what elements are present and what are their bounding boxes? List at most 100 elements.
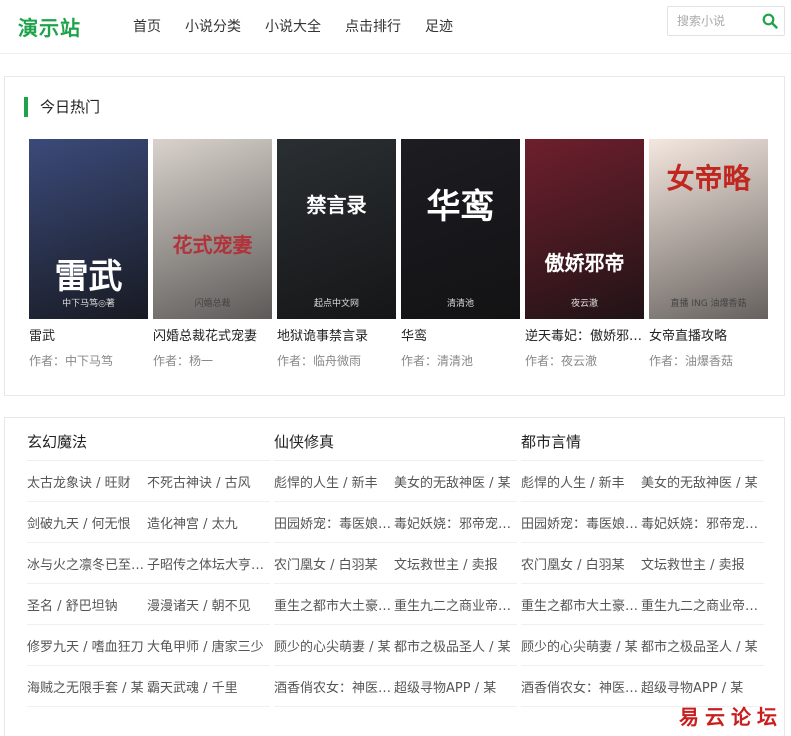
book-title[interactable]: 地狱诡事禁言录: [277, 325, 396, 344]
book-link[interactable]: 彪悍的人生 / 新丰: [521, 472, 641, 491]
list-item: 剑破九天 / 何无恨 造化神宫 / 太九: [27, 502, 270, 543]
book-link[interactable]: 子昭传之体坛大亨 / 某: [147, 554, 267, 573]
book-link[interactable]: 海贼之无限手套 / 某: [27, 677, 147, 696]
book-author: 作者：中下马笃: [29, 354, 114, 368]
list-item: 田园娇宠：毒医娘子 / 某 毒妃妖娆：邪帝宠 / 某: [274, 502, 517, 543]
list-item: 酒香俏农女：神医 / 某 超级寻物APP / 某: [274, 666, 517, 707]
book-link[interactable]: 农门凰女 / 白羽某: [521, 554, 641, 573]
category-section: 玄幻魔法 太古龙象诀 / 旺财 不死古神诀 / 古风 剑破九天 / 何无恨 造化…: [4, 417, 785, 736]
category-column: 玄幻魔法 太古龙象诀 / 旺财 不死古神诀 / 古风 剑破九天 / 何无恨 造化…: [27, 418, 270, 707]
category-title[interactable]: 都市言情: [521, 418, 764, 461]
book-link[interactable]: 超级寻物APP / 某: [394, 677, 514, 696]
book-link[interactable]: 顾少的心尖萌妻 / 某: [521, 636, 641, 655]
site-header: 演示站 首页 小说分类 小说大全 点击排行 足迹: [0, 0, 791, 54]
book-cover-image[interactable]: 女帝略 直播 ING 油爆香菇: [649, 139, 768, 319]
book-link[interactable]: 造化神宫 / 太九: [147, 513, 267, 532]
book-link[interactable]: 田园娇宠：毒医娘子 / 某: [521, 513, 641, 532]
book-card[interactable]: 傲娇邪帝 夜云澈 逆天毒妃：傲娇邪帝强势宠 作者：夜云澈: [525, 139, 644, 369]
book-cover-image[interactable]: 傲娇邪帝 夜云澈: [525, 139, 644, 319]
book-link[interactable]: 重生之都市大土豪 / 某: [274, 595, 394, 614]
cover-title-text: 花式宠妻: [172, 233, 253, 257]
search-icon[interactable]: [762, 13, 778, 29]
book-card[interactable]: 华鸾 清清池 华鸾 作者：清清池: [401, 139, 520, 369]
book-link[interactable]: 彪悍的人生 / 新丰: [274, 472, 394, 491]
book-link[interactable]: 美女的无敌神医 / 某: [394, 472, 514, 491]
cover-subtitle-text: 起点中文网: [313, 299, 359, 309]
book-link[interactable]: 毒妃妖娆：邪帝宠 / 某: [641, 513, 761, 532]
book-link[interactable]: 重生九二之商业帝国 / 某: [641, 595, 761, 614]
book-link[interactable]: 文坛救世主 / 卖报: [641, 554, 761, 573]
search-input[interactable]: [668, 7, 758, 35]
cover-title-text: 华鸾: [426, 187, 495, 227]
list-item: 圣名 / 舒巴坦钠 漫漫诸天 / 朝不见: [27, 584, 270, 625]
list-item: 顾少的心尖萌妻 / 某 都市之极品圣人 / 某: [274, 625, 517, 666]
book-link[interactable]: 农门凰女 / 白羽某: [274, 554, 394, 573]
book-link[interactable]: 圣名 / 舒巴坦钠: [27, 595, 147, 614]
nav-history[interactable]: 足迹: [425, 16, 453, 36]
book-link[interactable]: 不死古神诀 / 古风: [147, 472, 267, 491]
book-link[interactable]: 修罗九天 / 嗜血狂刀: [27, 636, 147, 655]
search-box: [667, 6, 785, 36]
book-link[interactable]: 毒妃妖娆：邪帝宠 / 某: [394, 513, 514, 532]
category-column: 仙侠修真 彪悍的人生 / 新丰 美女的无敌神医 / 某 田园娇宠：毒医娘子 / …: [274, 418, 517, 707]
book-card[interactable]: 女帝略 直播 ING 油爆香菇 女帝直播攻略 作者：油爆香菇: [649, 139, 768, 369]
nav-all-novels[interactable]: 小说大全: [265, 16, 321, 36]
book-title[interactable]: 逆天毒妃：傲娇邪帝强势宠: [525, 325, 644, 344]
cover-subtitle-text: 清清池: [446, 299, 474, 309]
cover-subtitle-text: 闪婚总裁: [194, 299, 231, 309]
book-link[interactable]: 美女的无敌神医 / 某: [641, 472, 761, 491]
book-link[interactable]: 剑破九天 / 何无恨: [27, 513, 147, 532]
list-item: 重生之都市大土豪 / 某 重生九二之商业帝国 / 某: [521, 584, 764, 625]
book-link[interactable]: 漫漫诸天 / 朝不见: [147, 595, 267, 614]
book-link[interactable]: 重生九二之商业帝国 / 某: [394, 595, 514, 614]
book-link[interactable]: 冰与火之凛冬已至 / 某: [27, 554, 147, 573]
list-item: 重生之都市大土豪 / 某 重生九二之商业帝国 / 某: [274, 584, 517, 625]
book-link[interactable]: 田园娇宠：毒医娘子 / 某: [274, 513, 394, 532]
book-link[interactable]: 酒香俏农女：神医 / 某: [521, 677, 641, 696]
nav-categories[interactable]: 小说分类: [185, 16, 241, 36]
book-cover-image[interactable]: 华鸾 清清池: [401, 139, 520, 319]
book-link[interactable]: 酒香俏农女：神医 / 某: [274, 677, 394, 696]
list-item: 农门凰女 / 白羽某 文坛救世主 / 卖报: [274, 543, 517, 584]
list-item: 冰与火之凛冬已至 / 某 子昭传之体坛大亨 / 某: [27, 543, 270, 584]
book-cover-image[interactable]: 花式宠妻 闪婚总裁: [153, 139, 272, 319]
book-title[interactable]: 女帝直播攻略: [649, 325, 768, 344]
book-link[interactable]: 大龟甲师 / 唐家三少: [147, 636, 267, 655]
cover-title-text: 傲娇邪帝: [544, 251, 625, 275]
book-cover-image[interactable]: 禁言录 起点中文网: [277, 139, 396, 319]
book-card[interactable]: 花式宠妻 闪婚总裁 闪婚总裁花式宠妻 作者：杨一: [153, 139, 272, 369]
book-card[interactable]: 雷武 中下马笃◎著 雷武 作者：中下马笃: [29, 139, 148, 369]
section-title: 今日热门: [24, 97, 100, 117]
book-cover-image[interactable]: 雷武 中下马笃◎著: [29, 139, 148, 319]
list-item: 海贼之无限手套 / 某 霸天武魂 / 千里: [27, 666, 270, 707]
book-author: 作者：杨一: [153, 354, 214, 368]
book-link[interactable]: 太古龙象诀 / 旺财: [27, 472, 147, 491]
book-link[interactable]: 超级寻物APP / 某: [641, 677, 761, 696]
book-author: 作者：油爆香菇: [649, 354, 734, 368]
book-author: 作者：清清池: [401, 354, 474, 368]
list-item: 田园娇宠：毒医娘子 / 某 毒妃妖娆：邪帝宠 / 某: [521, 502, 764, 543]
book-link[interactable]: 文坛救世主 / 卖报: [394, 554, 514, 573]
category-title[interactable]: 玄幻魔法: [27, 418, 270, 461]
book-title[interactable]: 闪婚总裁花式宠妻: [153, 325, 272, 344]
book-link[interactable]: 霸天武魂 / 千里: [147, 677, 267, 696]
book-link[interactable]: 重生之都市大土豪 / 某: [521, 595, 641, 614]
book-title[interactable]: 雷武: [29, 325, 148, 344]
hot-today-section: 今日热门 雷武 中下马笃◎著 雷武 作者：中下马笃 花式宠妻 闪婚总裁 闪婚总裁…: [4, 76, 785, 396]
list-item: 太古龙象诀 / 旺财 不死古神诀 / 古风: [27, 461, 270, 502]
site-logo[interactable]: 演示站: [18, 12, 81, 41]
list-item: 农门凰女 / 白羽某 文坛救世主 / 卖报: [521, 543, 764, 584]
book-author: 作者：夜云澈: [525, 354, 598, 368]
book-link[interactable]: 都市之极品圣人 / 某: [394, 636, 514, 655]
book-link[interactable]: 都市之极品圣人 / 某: [641, 636, 761, 655]
book-title[interactable]: 华鸾: [401, 325, 520, 344]
list-item: 彪悍的人生 / 新丰 美女的无敌神医 / 某: [274, 461, 517, 502]
book-link[interactable]: 顾少的心尖萌妻 / 某: [274, 636, 394, 655]
nav-home[interactable]: 首页: [133, 16, 161, 36]
category-title[interactable]: 仙侠修真: [274, 418, 517, 461]
book-author: 作者：临舟微雨: [277, 354, 362, 368]
watermark-text: 易云论坛: [679, 705, 783, 729]
nav-ranking[interactable]: 点击排行: [345, 16, 401, 36]
cover-subtitle-text: 中下马笃◎著: [62, 299, 115, 309]
book-card[interactable]: 禁言录 起点中文网 地狱诡事禁言录 作者：临舟微雨: [277, 139, 396, 369]
